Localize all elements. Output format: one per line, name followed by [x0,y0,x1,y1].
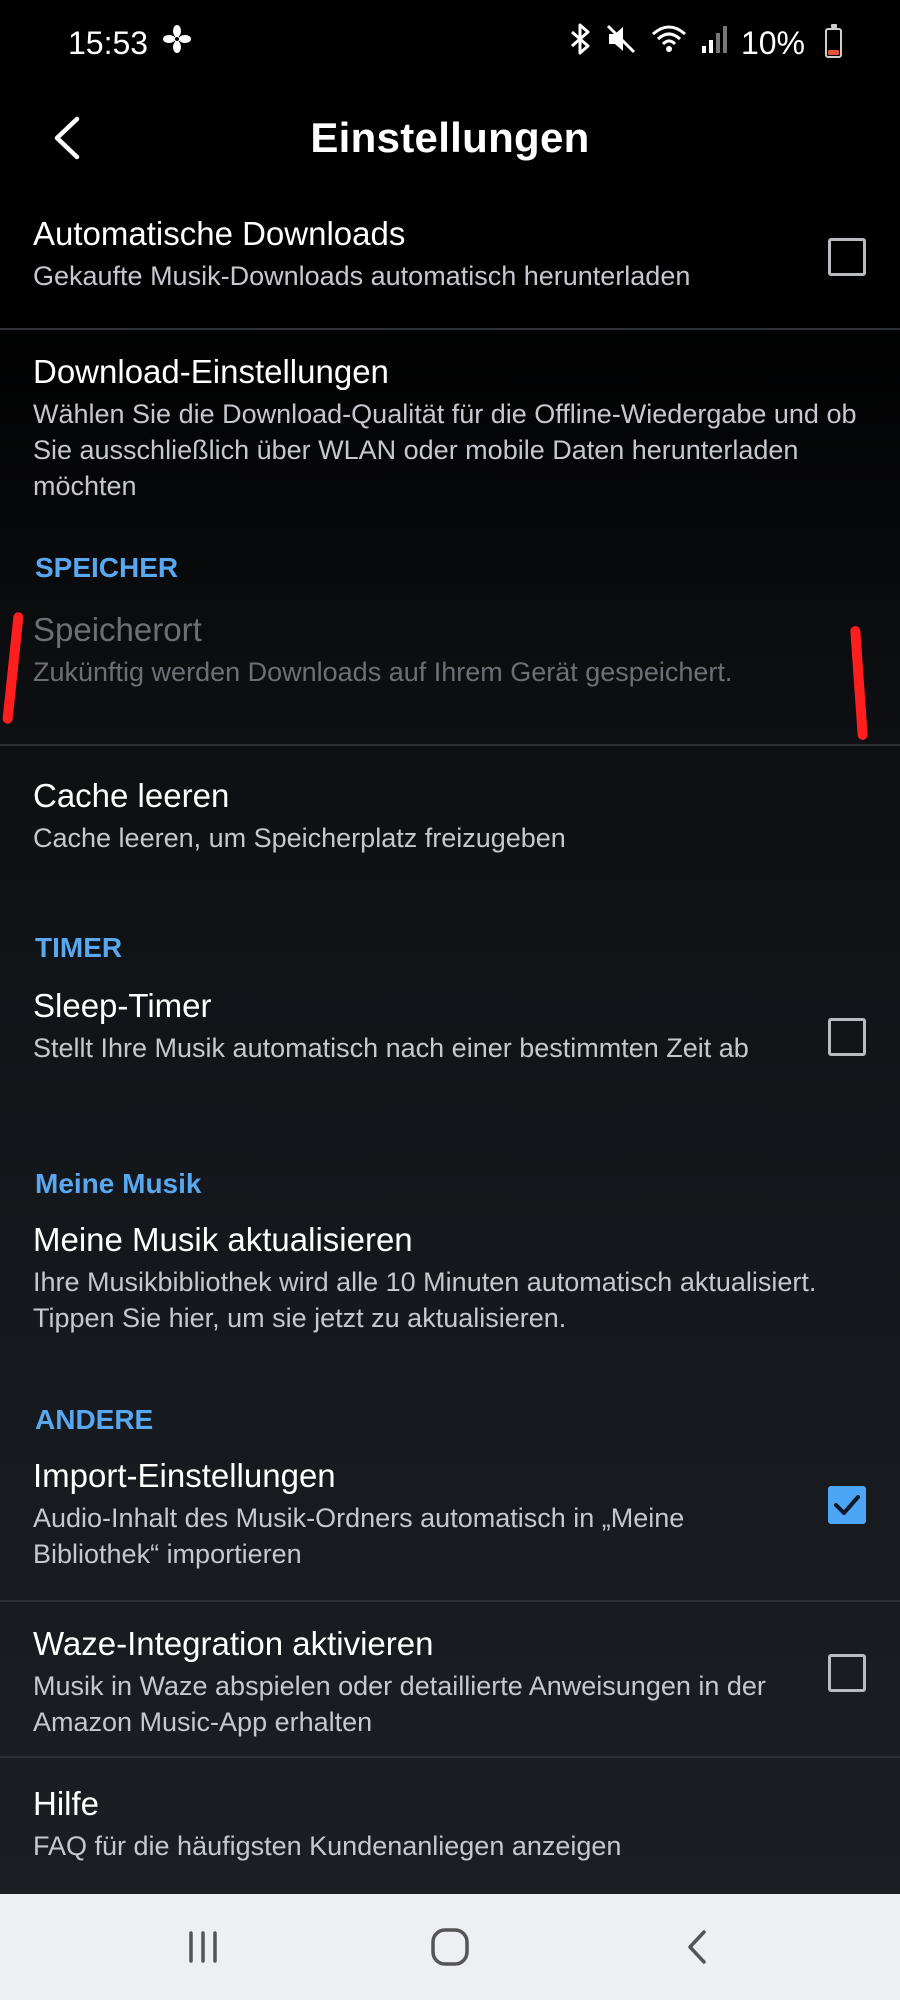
setting-subtitle: Zukünftig werden Downloads auf Ihrem Ger… [33,657,733,687]
home-icon [431,1928,469,1966]
section-header-other: ANDERE [35,1404,154,1435]
section-header-my-music: Meine Musik [35,1168,202,1199]
setting-help[interactable]: Hilfe FAQ für die häufigsten Kundenanlie… [0,1758,900,1898]
import-settings-checkbox[interactable] [828,1486,866,1524]
recent-apps-icon [189,1931,218,1963]
setting-title: Automatische Downloads [33,215,406,252]
waze-checkbox[interactable] [828,1654,866,1692]
setting-title: Cache leeren [33,777,230,814]
section-header-timer: TIMER [35,932,123,963]
back-button[interactable] [36,108,96,168]
setting-subtitle: Cache leeren, um Speicherplatz freizugeb… [33,823,566,853]
setting-sleep-timer[interactable]: Sleep-Timer Stellt Ihre Musik automatisc… [0,980,900,1166]
setting-subtitle: Musik in Waze abspielen oder detailliert… [33,1671,766,1737]
status-bar: 15:53 10% [0,0,900,86]
setting-clear-cache[interactable]: Cache leeren Cache leeren, um Speicherpl… [0,746,900,930]
setting-subtitle: Audio-Inhalt des Musik-Ordners automatis… [33,1503,685,1569]
setting-title: Meine Musik aktualisieren [33,1221,413,1258]
setting-title: Sleep-Timer [33,987,212,1024]
signal-icon [701,24,727,62]
section-header-storage: SPEICHER [35,552,179,583]
fan-icon [162,24,192,62]
setting-title: Download-Einstellungen [33,353,389,390]
setting-storage-location: Speicherort Zukünftig werden Downloads a… [0,604,900,746]
setting-subtitle: Stellt Ihre Musik automatisch nach einer… [33,1033,749,1063]
setting-subtitle: FAQ für die häufigsten Kundenanliegen an… [33,1831,622,1861]
setting-automatic-downloads[interactable]: Automatische Downloads Gekaufte Musik-Do… [0,190,900,330]
setting-title: Hilfe [33,1785,100,1822]
app-bar: Einstellungen [0,86,900,190]
home-button[interactable] [410,1907,490,1987]
setting-subtitle: Ihre Musikbibliothek wird alle 10 Minute… [33,1267,817,1333]
battery-icon [825,24,842,58]
setting-title: Waze-Integration aktivieren [33,1625,434,1662]
setting-refresh-my-music[interactable]: Meine Musik aktualisieren Ihre Musikbibl… [0,1216,900,1402]
system-navigation-bar [0,1894,900,2000]
setting-download-settings[interactable]: Download-Einstellungen Wählen Sie die Do… [0,330,900,550]
battery-percentage: 10% [740,24,805,61]
mute-icon [605,23,637,63]
chevron-left-icon [54,116,80,160]
page-title: Einstellungen [310,114,590,161]
status-time: 15:53 [68,24,149,61]
setting-subtitle: Gekaufte Musik-Downloads automatisch her… [33,261,691,291]
setting-waze-integration[interactable]: Waze-Integration aktivieren Musik in Waz… [0,1602,900,1758]
setting-title: Speicherort [33,611,202,648]
nav-back-button[interactable] [657,1907,737,1987]
wifi-icon [651,23,687,63]
setting-subtitle: Wählen Sie die Download-Qualität für die… [33,399,857,501]
setting-import-settings[interactable]: Import-Einstellungen Audio-Inhalt des Mu… [0,1452,900,1602]
setting-title: Import-Einstellungen [33,1457,336,1494]
sleep-timer-checkbox[interactable] [828,1018,866,1056]
settings-list: Automatische Downloads Gekaufte Musik-Do… [0,190,900,1898]
back-icon [687,1930,706,1964]
recent-apps-button[interactable] [163,1907,243,1987]
bluetooth-icon [569,23,591,63]
settings-screen: 15:53 10% Einstellungen Automatische Dow… [0,0,900,1894]
checkmark-icon [834,1495,860,1515]
auto-downloads-checkbox[interactable] [828,238,866,276]
